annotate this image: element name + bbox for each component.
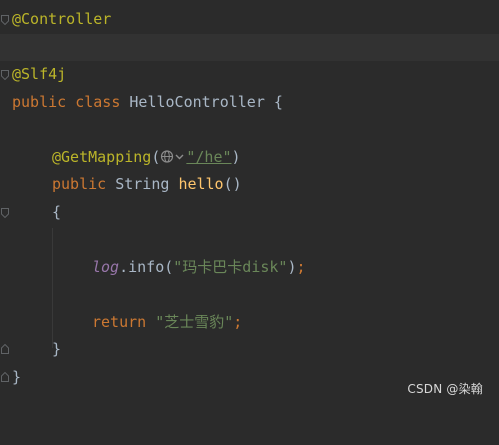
semicolon: ; <box>296 258 306 276</box>
info-call: info <box>128 258 165 276</box>
log-string: "玛卡巴卡disk" <box>173 258 288 276</box>
chevron-down-icon <box>175 154 184 160</box>
log-field: log <box>92 258 120 276</box>
getmapping-annotation: @GetMapping <box>52 148 152 166</box>
method-open-brace: { <box>52 203 62 221</box>
fold-marker-icon[interactable] <box>1 70 9 80</box>
return-string: "芝士雪豹" <box>155 313 234 331</box>
fold-marker-icon[interactable] <box>1 15 9 25</box>
code-line-4: public class HelloController { <box>0 89 499 116</box>
fold-marker-icon[interactable] <box>1 372 9 382</box>
mapping-path-string[interactable]: "/he" <box>186 148 231 166</box>
code-line-12: return "芝士雪豹"; <box>0 309 499 336</box>
keyword-public: public <box>52 175 107 193</box>
code-line-7: public String hello() <box>0 171 499 198</box>
code-line-6: @GetMapping( "/he") <box>0 144 499 171</box>
return-type: String <box>115 175 170 193</box>
code-line-10: log.info("玛卡巴卡disk"); <box>0 254 499 281</box>
code-line-1: @Controller <box>0 6 499 33</box>
code-line-13: } <box>0 336 499 363</box>
keyword-class: class <box>75 93 121 111</box>
fold-marker-icon[interactable] <box>1 344 9 354</box>
keyword-return: return <box>92 313 147 331</box>
class-close-brace: } <box>12 368 22 386</box>
close-paren: ) <box>287 258 297 276</box>
method-name: hello <box>178 175 224 193</box>
method-parens: () <box>223 175 242 193</box>
slf4j-annotation: @Slf4j <box>12 65 67 83</box>
close-paren: ) <box>231 148 241 166</box>
code-line-3: @Slf4j <box>0 61 499 88</box>
dot: . <box>119 258 129 276</box>
open-paren: ( <box>164 258 174 276</box>
fold-marker-icon[interactable] <box>1 208 9 218</box>
open-paren: ( <box>151 148 161 166</box>
code-line-2-current[interactable] <box>0 34 499 61</box>
csdn-watermark: CSDN @染翰 <box>407 382 483 396</box>
code-line-8: { <box>0 199 499 226</box>
method-close-brace: } <box>52 340 62 358</box>
semicolon: ; <box>233 313 243 331</box>
controller-annotation: @Controller <box>12 10 112 28</box>
open-brace: { <box>273 93 283 111</box>
keyword-public: public <box>12 93 67 111</box>
globe-icon[interactable] <box>160 146 186 163</box>
class-name: HelloController <box>129 93 265 111</box>
